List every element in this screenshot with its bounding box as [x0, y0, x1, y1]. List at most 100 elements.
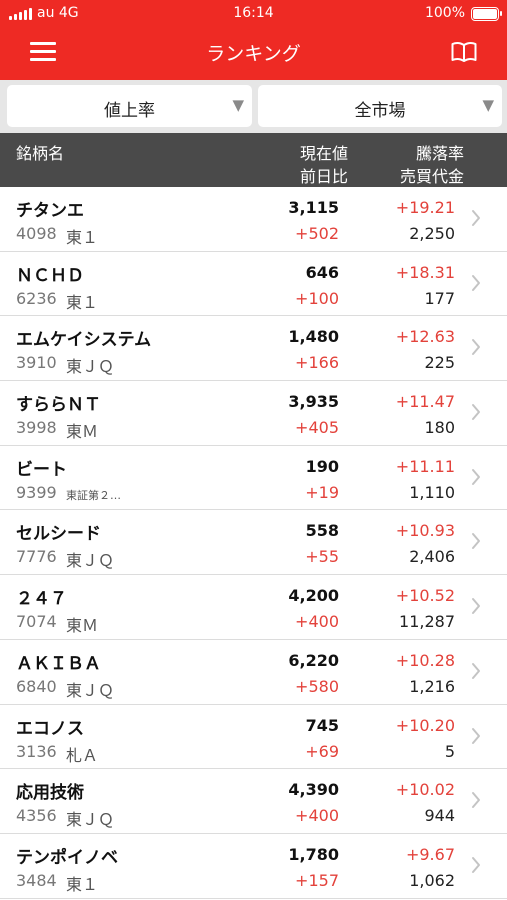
price-change: +502 — [295, 224, 339, 243]
stock-code: 6840 — [16, 676, 57, 696]
current-price: 646 — [305, 262, 339, 282]
price-change: +166 — [295, 353, 339, 373]
chevron-right-icon — [472, 662, 480, 679]
column-header-volume: 売買代金 — [399, 167, 464, 186]
battery-percent: 100% — [424, 5, 465, 21]
stock-code: 4356 — [16, 806, 57, 826]
stock-market: 東ＪＱ — [66, 551, 115, 571]
price-change: +100 — [295, 288, 339, 308]
current-price: 3,935 — [288, 392, 339, 412]
stock-name: ビート — [16, 459, 67, 480]
current-price: 4,390 — [288, 780, 339, 800]
current-price: 1,780 — [288, 844, 339, 864]
change-rate: +10.20 — [395, 715, 455, 735]
open-book-icon[interactable] — [451, 41, 477, 63]
stock-name: ＮＣＨＤ — [16, 265, 84, 286]
stock-market: 東１ — [66, 874, 99, 894]
trading-value: 180 — [424, 418, 455, 438]
stock-name: ２４７ — [16, 589, 67, 610]
stock-code: 7776 — [16, 547, 57, 567]
change-rate: +10.02 — [395, 780, 455, 800]
change-rate: +10.93 — [395, 521, 455, 541]
chevron-right-icon — [472, 404, 480, 421]
stock-code: 7074 — [16, 612, 57, 632]
change-rate: +18.31 — [395, 262, 455, 282]
change-rate: +19.21 — [395, 198, 455, 217]
price-change: +19 — [305, 482, 339, 502]
stock-name: セルシード — [16, 524, 101, 545]
status-bar: au 4G 16:14 100% — [0, 0, 507, 28]
stock-code: 4098 — [16, 224, 57, 243]
stock-market: 東証第２… — [66, 488, 121, 502]
ranking-type-value: 値上率 — [104, 101, 155, 121]
chevron-right-icon — [472, 468, 480, 485]
current-price: 190 — [305, 456, 339, 476]
table-header: 銘柄名 現在値 前日比 騰落率 売買代金 — [0, 133, 507, 187]
stock-market: 札Ａ — [66, 745, 99, 765]
stock-row[interactable]: エコノス 3136 札Ａ 745 +69 +10.20 5 — [0, 704, 507, 770]
change-rate: +12.63 — [395, 327, 455, 347]
trading-value: 11,287 — [399, 612, 455, 632]
stock-row[interactable]: チタンエ 4098 東１ 3,115 +502 +19.21 2,250 — [0, 187, 507, 252]
trading-value: 177 — [424, 288, 455, 308]
stock-name: エコノス — [16, 718, 84, 739]
current-price: 745 — [305, 715, 339, 735]
stock-row[interactable]: ビート 9399 東証第２… 190 +19 +11.11 1,110 — [0, 445, 507, 511]
stock-code: 3910 — [16, 353, 57, 373]
stock-row[interactable]: ２４７ 7074 東Ｍ 4,200 +400 +10.52 11,287 — [0, 575, 507, 640]
market-value: 全市場 — [354, 101, 406, 121]
chevron-right-icon — [472, 727, 480, 744]
stock-market: 東Ｍ — [66, 616, 99, 636]
trading-value: 2,250 — [409, 224, 455, 243]
chevron-right-icon — [472, 598, 480, 615]
current-price: 1,480 — [288, 327, 339, 347]
price-change: +69 — [305, 741, 339, 761]
chevron-right-icon — [472, 856, 480, 873]
dropdown-caret-icon: ▼ — [482, 96, 494, 114]
current-price: 3,115 — [288, 198, 339, 217]
change-rate: +11.47 — [395, 392, 455, 412]
stock-market: 東ＪＱ — [66, 680, 115, 700]
trading-value: 1,216 — [409, 676, 455, 696]
stock-row[interactable]: 応用技術 4356 東ＪＱ 4,390 +400 +10.02 944 — [0, 769, 507, 834]
column-header-change: 前日比 — [299, 167, 348, 186]
trading-value: 225 — [424, 353, 455, 373]
price-change: +400 — [295, 612, 339, 632]
current-price: 4,200 — [288, 586, 339, 606]
stock-name: ＡＫＩＢＡ — [16, 653, 101, 674]
stock-market: 東１ — [66, 292, 99, 312]
stock-code: 9399 — [16, 482, 57, 502]
stock-market: 東ＪＱ — [66, 810, 115, 830]
price-change: +580 — [295, 676, 339, 696]
stock-name: エムケイシステム — [16, 330, 152, 351]
trading-value: 1,110 — [409, 482, 455, 502]
stock-row[interactable]: すららＮＴ 3998 東Ｍ 3,935 +405 +11.47 180 — [0, 381, 507, 446]
stock-row[interactable]: エムケイシステム 3910 東ＪＱ 1,480 +166 +12.63 225 — [0, 316, 507, 382]
stock-row[interactable]: ＮＣＨＤ 6236 東１ 646 +100 +18.31 177 — [0, 251, 507, 317]
trading-value: 5 — [444, 741, 455, 761]
price-change: +55 — [305, 547, 339, 567]
stock-row[interactable]: テンポイノベ 3484 東１ 1,780 +157 +9.67 1,062 — [0, 833, 507, 899]
trading-value: 1,062 — [409, 870, 455, 890]
change-rate: +9.67 — [405, 844, 455, 864]
chevron-right-icon — [472, 339, 480, 356]
stock-code: 3484 — [16, 870, 57, 890]
market-select[interactable]: 全市場 ▼ — [258, 85, 502, 127]
stock-row[interactable]: ＡＫＩＢＡ 6840 東ＪＱ 6,220 +580 +10.28 1,216 — [0, 639, 507, 705]
change-rate: +10.52 — [395, 586, 455, 606]
column-header-name: 銘柄名 — [16, 144, 65, 163]
stock-code: 6236 — [16, 288, 57, 308]
price-change: +157 — [295, 870, 339, 890]
trading-value: 2,406 — [409, 547, 455, 567]
stock-code: 3998 — [16, 418, 57, 438]
ranking-list: チタンエ 4098 東１ 3,115 +502 +19.21 2,250 ＮＣＨＤ 6236 東１… — [0, 187, 507, 899]
stock-row[interactable]: セルシード 7776 東ＪＱ 558 +55 +10.93 2,406 — [0, 510, 507, 576]
chevron-right-icon — [472, 792, 480, 809]
stock-market: 東ＪＱ — [66, 357, 115, 377]
filter-bar: 値上率 ▼ 全市場 ▼ — [0, 80, 507, 133]
stock-name: すららＮＴ — [16, 395, 101, 416]
column-header-rate: 騰落率 — [415, 144, 464, 163]
ranking-type-select[interactable]: 値上率 ▼ — [7, 85, 252, 127]
app-header: au 4G 16:14 100% ランキング — [0, 0, 507, 80]
nav-bar: ランキング — [0, 28, 507, 80]
